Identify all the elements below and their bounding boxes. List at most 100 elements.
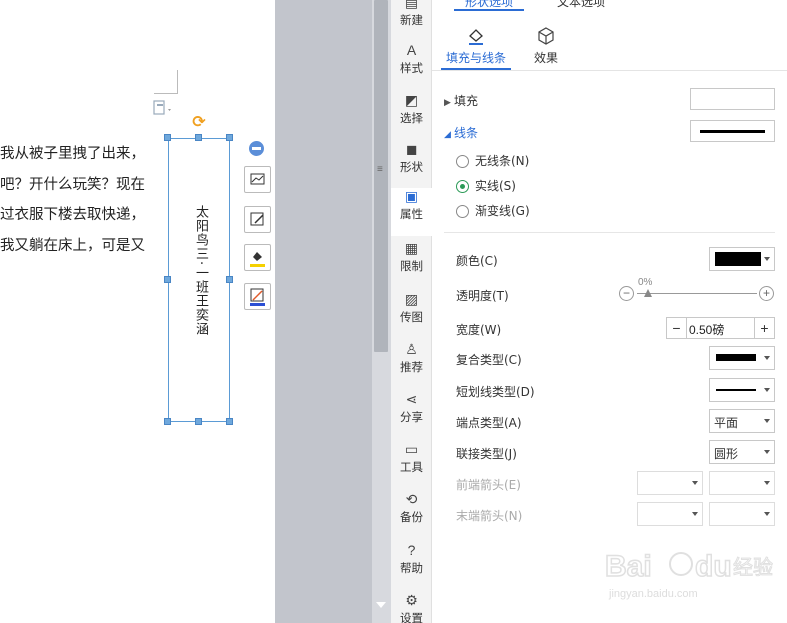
join-type-value: 圆形 bbox=[714, 447, 739, 461]
strip-item-share[interactable]: ⋖ 分享 bbox=[391, 391, 432, 439]
radio-label: 无线条(N) bbox=[475, 154, 530, 168]
resize-handle[interactable] bbox=[226, 418, 233, 425]
compound-type-label: 复合类型(C) bbox=[456, 353, 522, 367]
resize-handle[interactable] bbox=[226, 134, 233, 141]
radio-no-line[interactable]: 无线条(N) bbox=[456, 152, 529, 169]
strip-item-restrict[interactable]: ▦ 限制 bbox=[391, 240, 432, 288]
paste-options-icon[interactable] bbox=[153, 100, 173, 116]
restrict-icon: ▦ bbox=[404, 240, 419, 256]
strip-item-label: 工具 bbox=[400, 460, 423, 474]
strip-item-label: 传图 bbox=[400, 310, 423, 324]
radio-button[interactable] bbox=[456, 205, 469, 218]
doc-text-line: 我又躺在床上，可是又 bbox=[0, 238, 145, 254]
cap-type-value: 平面 bbox=[714, 416, 739, 430]
strip-item-style[interactable]: A 样式 bbox=[391, 42, 432, 90]
strip-item-label: 设置 bbox=[400, 611, 423, 623]
dash-type-dropdown[interactable] bbox=[709, 378, 775, 402]
panel-divider bbox=[432, 70, 787, 71]
end-arrow-style-dropdown[interactable] bbox=[637, 502, 703, 526]
chevron-down-icon bbox=[764, 257, 770, 261]
width-increase-button[interactable]: + bbox=[754, 318, 774, 338]
line-section-label: 线条 bbox=[454, 126, 479, 140]
resize-handle[interactable] bbox=[195, 418, 202, 425]
slider-thumb[interactable] bbox=[644, 289, 652, 297]
strip-item-label: 帮助 bbox=[400, 561, 423, 575]
tab-text-options[interactable]: 文本选项 bbox=[557, 0, 605, 10]
textbox-content[interactable]: 太阳鸟三·一班王奕涵 bbox=[190, 205, 210, 336]
cube-icon bbox=[536, 26, 556, 46]
subtab-effects[interactable]: 效果 bbox=[511, 26, 581, 66]
line-preview[interactable] bbox=[690, 120, 775, 142]
strip-item-tools[interactable]: ▭ 工具 bbox=[391, 441, 432, 489]
resize-handle[interactable] bbox=[164, 418, 171, 425]
end-arrow-size-dropdown[interactable] bbox=[709, 502, 775, 526]
line-color-dropdown[interactable] bbox=[709, 247, 775, 271]
workspace-margin bbox=[275, 0, 372, 623]
strip-item-recommend[interactable]: ♙ 推荐 bbox=[391, 341, 432, 389]
outline-color-button[interactable] bbox=[244, 283, 271, 310]
task-pane-strip: ▤ 新建 A 样式 ◩ 选择 ◼ 形状 ▣ 属性 ▦ 限制 ▨ 传图 ♙ 推荐 … bbox=[391, 0, 432, 623]
gear-icon: ⚙ bbox=[405, 592, 418, 608]
strip-item-help[interactable]: ? 帮助 bbox=[391, 542, 432, 590]
strip-item-new[interactable]: ▤ 新建 bbox=[391, 0, 432, 42]
width-decrease-button[interactable]: − bbox=[667, 318, 687, 338]
strip-item-label: 样式 bbox=[400, 61, 423, 75]
radio-button[interactable] bbox=[456, 155, 469, 168]
strip-item-upload[interactable]: ▨ 传图 bbox=[391, 291, 432, 339]
fill-section-label: 填充 bbox=[454, 94, 479, 108]
width-value[interactable]: 0.50磅 bbox=[689, 321, 724, 338]
chevron-down-icon bbox=[764, 419, 770, 423]
scroll-down-arrow-icon[interactable] bbox=[376, 602, 386, 608]
slider-decrease-icon[interactable]: − bbox=[619, 286, 634, 301]
color-label: 颜色(C) bbox=[456, 254, 498, 268]
resize-handle[interactable] bbox=[164, 134, 171, 141]
fill-color-button[interactable] bbox=[244, 244, 271, 271]
scrollbar-thumb[interactable] bbox=[374, 0, 388, 352]
begin-arrow-style-dropdown[interactable] bbox=[637, 471, 703, 495]
radio-solid-line[interactable]: 实线(S) bbox=[456, 177, 516, 194]
strip-item-shape[interactable]: ◼ 形状 bbox=[391, 141, 432, 189]
picture-layout-icon bbox=[250, 173, 265, 185]
compound-preview bbox=[716, 354, 756, 361]
begin-arrow-size-dropdown[interactable] bbox=[709, 471, 775, 495]
slider-track[interactable] bbox=[637, 293, 757, 294]
radio-label: 渐变线(G) bbox=[475, 204, 530, 218]
radio-gradient-line[interactable]: 渐变线(G) bbox=[456, 202, 530, 219]
help-icon: ? bbox=[407, 542, 416, 558]
collapse-icon[interactable] bbox=[249, 141, 264, 156]
cap-type-dropdown[interactable]: 平面 bbox=[709, 409, 775, 433]
compound-type-dropdown[interactable] bbox=[709, 346, 775, 370]
upload-image-icon: ▨ bbox=[404, 291, 419, 307]
shape-style-button[interactable] bbox=[244, 206, 271, 233]
chevron-down-icon bbox=[764, 356, 770, 360]
fill-section-toggle[interactable]: ▶ 填充 bbox=[444, 92, 478, 109]
slider-increase-icon[interactable]: + bbox=[759, 286, 774, 301]
strip-item-label: 新建 bbox=[400, 13, 423, 27]
resize-handle[interactable] bbox=[195, 134, 202, 141]
subtab-fill-line[interactable]: 填充与线条 bbox=[441, 26, 511, 66]
strip-item-backup[interactable]: ⟲ 备份 bbox=[391, 491, 432, 539]
fill-preview[interactable] bbox=[690, 88, 775, 110]
chevron-down-icon bbox=[764, 481, 770, 485]
document-canvas[interactable]: 我从被子里拽了出来， 吧？开什么玩笑？现在 过衣服下楼去取快递， 我又躺在床上，… bbox=[0, 0, 275, 623]
transparency-slider[interactable]: − 0% + bbox=[619, 277, 775, 303]
paint-bucket-icon bbox=[250, 252, 265, 267]
shape-icon: ◼ bbox=[405, 141, 418, 157]
page-corner-mark bbox=[154, 70, 178, 94]
strip-item-settings[interactable]: ⚙ 设置 bbox=[391, 592, 432, 623]
join-type-dropdown[interactable]: 圆形 bbox=[709, 440, 775, 464]
width-stepper[interactable]: − 0.50磅 + bbox=[666, 317, 775, 339]
subtab-label: 填充与线条 bbox=[445, 51, 506, 65]
backup-icon: ⟲ bbox=[405, 491, 418, 507]
new-icon: ▤ bbox=[404, 0, 419, 10]
strip-item-property[interactable]: ▣ 属性 bbox=[391, 188, 432, 236]
radio-button[interactable] bbox=[456, 180, 469, 193]
line-section-toggle[interactable]: ◢ 线条 bbox=[444, 124, 478, 141]
layout-options-button[interactable] bbox=[244, 166, 271, 193]
rotate-handle-icon[interactable]: ⟳ bbox=[190, 114, 208, 132]
resize-handle[interactable] bbox=[226, 276, 233, 283]
chevron-down-icon bbox=[764, 388, 770, 392]
strip-item-select[interactable]: ◩ 选择 bbox=[391, 92, 432, 140]
resize-handle[interactable] bbox=[164, 276, 171, 283]
shape-edit-icon bbox=[250, 212, 264, 226]
